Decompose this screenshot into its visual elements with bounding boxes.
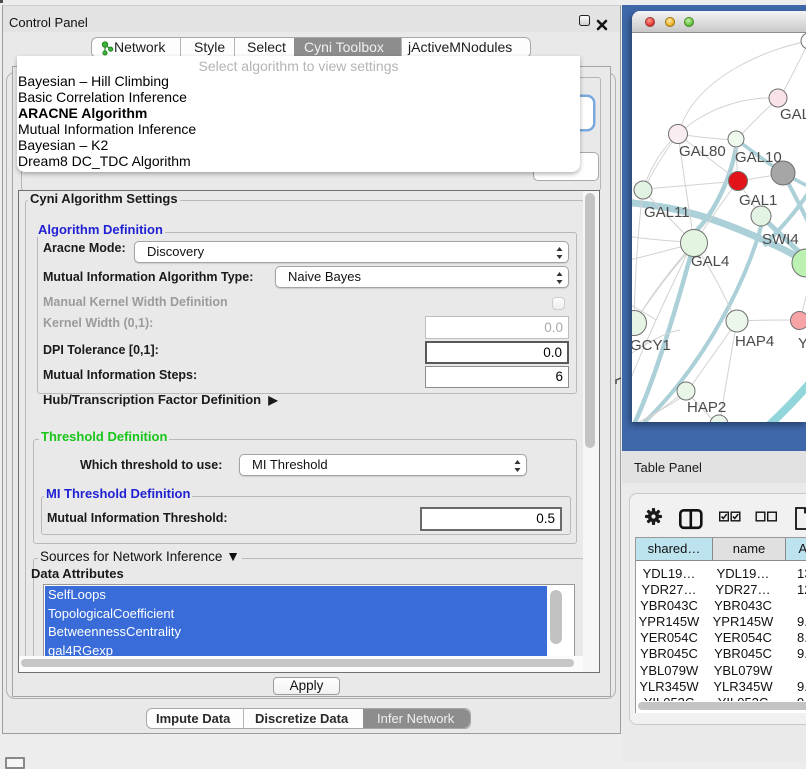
- svg-text:HAP4: HAP4: [735, 333, 774, 350]
- svg-text:Y: Y: [798, 335, 806, 352]
- svg-text:GAL10: GAL10: [735, 149, 782, 166]
- svg-text:SWI4: SWI4: [762, 231, 799, 248]
- svg-text:GAL4: GAL4: [691, 253, 729, 270]
- svg-text:GAL11: GAL11: [644, 204, 690, 221]
- svg-text:GAL7: GAL7: [780, 106, 806, 123]
- svg-text:GAL1: GAL1: [739, 192, 777, 209]
- svg-text:HAP2: HAP2: [687, 399, 726, 416]
- svg-text:GAL80: GAL80: [679, 143, 726, 160]
- svg-text:GCY1: GCY1: [632, 337, 671, 354]
